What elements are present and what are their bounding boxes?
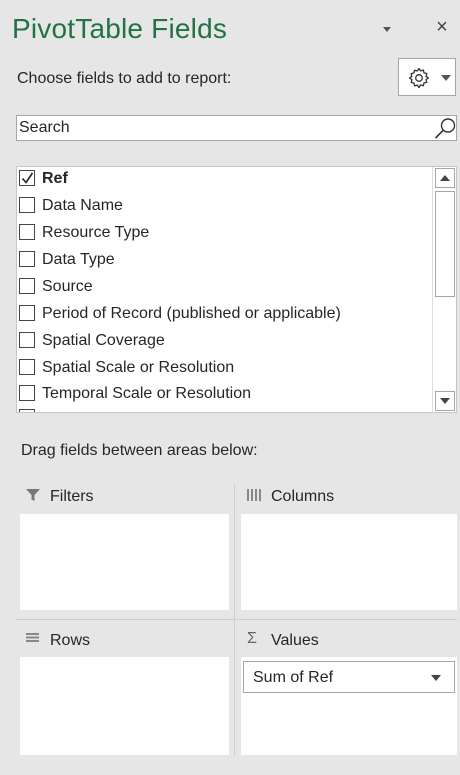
- sigma-icon: Σ: [247, 630, 257, 647]
- field-label: Source: [42, 278, 93, 295]
- close-button[interactable]: ×: [433, 17, 451, 37]
- field-item-source[interactable]: Source: [17, 278, 433, 305]
- field-item-partial[interactable]: [17, 409, 433, 412]
- filter-icon: [26, 489, 40, 501]
- values-field-chip[interactable]: Sum of Ref: [243, 661, 455, 693]
- checkmark-icon: [21, 172, 34, 184]
- field-label: Data Type: [42, 251, 115, 268]
- chevron-down-icon[interactable]: [431, 675, 441, 681]
- checkbox[interactable]: [19, 332, 35, 348]
- search-icon[interactable]: [433, 117, 457, 139]
- field-label: Data Name: [42, 197, 123, 214]
- gear-icon: [408, 67, 430, 89]
- filters-drop-zone[interactable]: [20, 514, 229, 610]
- field-item-period-of-record[interactable]: Period of Record (published or applicabl…: [17, 305, 433, 332]
- field-label: Ref: [42, 170, 68, 187]
- field-list: Ref Data Name Resource Type Data Type So…: [16, 166, 457, 413]
- field-item-spatial-scale[interactable]: Spatial Scale or Resolution: [17, 359, 433, 386]
- columns-icon: [247, 489, 261, 501]
- rows-icon: [26, 633, 39, 642]
- checkbox[interactable]: [19, 305, 35, 321]
- columns-drop-zone[interactable]: [241, 514, 457, 610]
- checkbox[interactable]: [19, 409, 35, 412]
- scroll-down-arrow-icon[interactable]: [435, 391, 455, 411]
- checkbox[interactable]: [19, 224, 35, 240]
- rows-drop-zone[interactable]: [20, 657, 229, 755]
- field-label: Resource Type: [42, 224, 150, 241]
- checkbox[interactable]: [19, 385, 35, 401]
- rows-area-label: Rows: [50, 632, 91, 649]
- field-item-ref[interactable]: Ref: [17, 170, 433, 197]
- field-item-spatial-coverage[interactable]: Spatial Coverage: [17, 332, 433, 359]
- area-divider-vertical: [234, 484, 235, 756]
- field-label: Temporal Scale or Resolution: [42, 385, 251, 402]
- search-box: [16, 115, 457, 141]
- drag-fields-label: Drag fields between areas below:: [21, 442, 258, 459]
- values-area-label: Values: [271, 632, 319, 649]
- field-item-data-type[interactable]: Data Type: [17, 251, 433, 278]
- chip-label: Sum of Ref: [253, 669, 334, 686]
- field-label: Spatial Scale or Resolution: [42, 359, 235, 376]
- chevron-down-icon: [441, 75, 451, 81]
- field-item-data-name[interactable]: Data Name: [17, 197, 433, 224]
- field-item-resource-type[interactable]: Resource Type: [17, 224, 433, 251]
- checkbox[interactable]: [19, 251, 35, 267]
- columns-area-label: Columns: [271, 488, 335, 505]
- area-divider-horizontal: [16, 619, 457, 620]
- checkbox[interactable]: [19, 359, 35, 375]
- choose-fields-label: Choose fields to add to report:: [17, 70, 232, 87]
- pane-options-dropdown-icon[interactable]: [380, 22, 394, 36]
- filters-area-label: Filters: [50, 488, 94, 505]
- checkbox[interactable]: [19, 170, 35, 186]
- checkbox[interactable]: [19, 278, 35, 294]
- pane-title: PivotTable Fields: [12, 13, 228, 44]
- field-list-scrollbar[interactable]: [432, 167, 456, 412]
- field-label: Period of Record (published or applicabl…: [42, 305, 341, 322]
- field-label: Spatial Coverage: [42, 332, 165, 349]
- scroll-thumb[interactable]: [435, 191, 455, 297]
- field-item-temporal-scale[interactable]: Temporal Scale or Resolution: [17, 385, 433, 412]
- search-input[interactable]: [19, 118, 429, 138]
- checkbox[interactable]: [19, 197, 35, 213]
- scroll-up-arrow-icon[interactable]: [435, 168, 455, 188]
- tools-button[interactable]: [398, 58, 456, 96]
